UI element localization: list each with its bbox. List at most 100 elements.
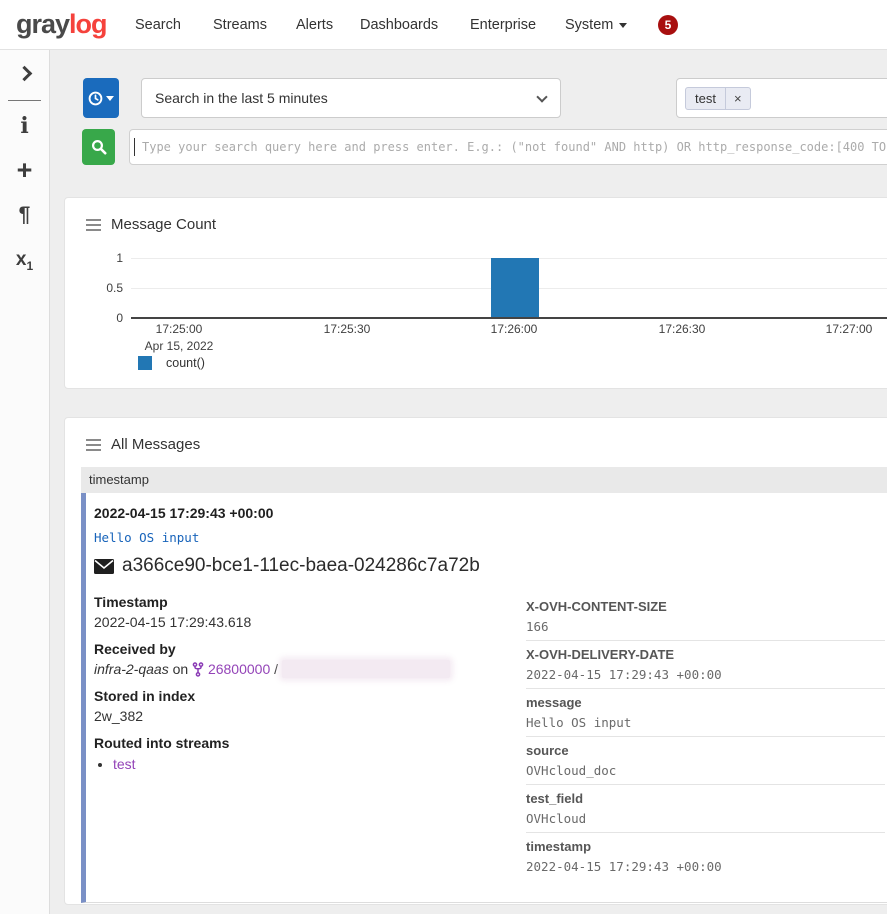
chevron-down-icon: [536, 91, 547, 102]
left-sidebar: i + ¶ x1: [0, 50, 50, 914]
field-name[interactable]: test_field: [526, 790, 885, 807]
nav-item-system-dropdown[interactable]: System: [565, 0, 627, 50]
widget-header: Message Count: [86, 216, 216, 233]
message-row-expanded[interactable]: 2022-04-15 17:29:43 +00:00 Hello OS inpu…: [81, 493, 887, 903]
field-entry: source OVHcloud_doc: [526, 736, 885, 784]
x-tick: 17:25:00: [124, 322, 234, 336]
nav-item-streams[interactable]: Streams: [213, 0, 267, 50]
legend-swatch: [138, 356, 152, 370]
nav-item-search[interactable]: Search: [135, 0, 181, 50]
pilcrow-icon: ¶: [19, 203, 31, 226]
stream-tag-label: test: [686, 88, 726, 109]
message-id: a366ce90-bce1-11ec-baea-024286c7a72b: [122, 555, 480, 577]
field-value: Hello OS input: [526, 714, 885, 731]
remove-tag-button[interactable]: ×: [726, 88, 750, 109]
field-entry: X-OVH-DELIVERY-DATE 2022-04-15 17:29:43 …: [526, 640, 885, 688]
field-name[interactable]: X-OVH-CONTENT-SIZE: [526, 598, 885, 615]
x-tick: 17:27:00: [794, 322, 887, 336]
x-axis: [131, 317, 887, 319]
stream-list-item: test: [113, 755, 526, 774]
system-label: System: [565, 17, 613, 33]
y-tick-0: 0: [93, 310, 123, 326]
timestamp-label: Timestamp: [94, 593, 526, 612]
main-content: Search in the last 5 minutes test × Mess…: [50, 50, 887, 914]
code-fork-icon: [192, 662, 204, 677]
received-by-value: infra-2-qaas on 26800000 /: [94, 660, 526, 679]
chart-legend: count(): [138, 356, 205, 370]
search-button[interactable]: [82, 129, 115, 165]
widget-drag-handle-icon[interactable]: [86, 439, 101, 441]
stream-filter-tag: test ×: [685, 87, 751, 110]
input-link[interactable]: 26800000: [208, 661, 270, 677]
chevron-right-icon: [17, 66, 33, 82]
x-axis-date: Apr 15, 2022: [119, 339, 239, 353]
field-value: 2022-04-15 17:29:43 +00:00: [526, 666, 885, 683]
info-icon: i: [20, 113, 28, 139]
sidebar-expand-button[interactable]: [0, 66, 49, 84]
stored-in-index-value: 2w_382: [94, 707, 526, 726]
field-entry: timestamp 2022-04-15 17:29:43 +00:00: [526, 832, 885, 880]
input-separator: /: [274, 661, 278, 677]
field-value: OVHcloud: [526, 810, 885, 827]
chevron-down-icon: [106, 96, 114, 101]
stream-link-test[interactable]: test: [113, 756, 136, 772]
chevron-down-icon: [619, 23, 627, 28]
stream-filter-input[interactable]: test ×: [676, 78, 887, 118]
sidebar-fields-button[interactable]: x1: [0, 249, 49, 273]
field-value: OVHcloud_doc: [526, 762, 885, 779]
stored-in-index-label: Stored in index: [94, 687, 526, 706]
logo-text-log: log: [69, 9, 107, 39]
fields-x1-icon: x1: [16, 249, 33, 270]
sidebar-create-button[interactable]: +: [0, 155, 49, 186]
widget-header: All Messages: [86, 436, 200, 453]
y-tick-05: 0.5: [93, 280, 123, 296]
nav-item-enterprise[interactable]: Enterprise: [470, 0, 536, 50]
column-header-timestamp[interactable]: timestamp: [81, 467, 887, 493]
notification-badge[interactable]: 5: [658, 15, 678, 35]
nav-item-alerts[interactable]: Alerts: [296, 0, 333, 50]
search-query-input[interactable]: [129, 129, 887, 165]
field-entry: X-OVH-CONTENT-SIZE 166: [526, 593, 885, 640]
message-fields-column: X-OVH-CONTENT-SIZE 166 X-OVH-DELIVERY-DA…: [526, 593, 887, 880]
sidebar-divider: [8, 100, 41, 101]
field-name[interactable]: timestamp: [526, 838, 885, 855]
message-timestamp: 2022-04-15 17:29:43 +00:00: [94, 505, 887, 521]
field-value: 2022-04-15 17:29:43 +00:00: [526, 858, 885, 875]
streams-list: test: [94, 755, 526, 774]
field-name[interactable]: X-OVH-DELIVERY-DATE: [526, 646, 885, 663]
search-icon: [91, 139, 107, 155]
widget-title: Message Count: [111, 216, 216, 233]
received-by-on: on: [173, 661, 189, 677]
timerange-select[interactable]: Search in the last 5 minutes: [141, 78, 561, 118]
timerange-label: Search in the last 5 minutes: [155, 90, 328, 106]
timestamp-value: 2022-04-15 17:29:43.618: [94, 613, 526, 632]
clock-icon: [88, 91, 103, 106]
redacted-input-name: [282, 660, 450, 678]
field-entry: test_field OVHcloud: [526, 784, 885, 832]
plus-icon: +: [17, 155, 33, 185]
received-by-label: Received by: [94, 640, 526, 659]
graylog-logo[interactable]: graylog: [16, 9, 107, 40]
node-name: infra-2-qaas: [94, 661, 169, 677]
envelope-icon: [94, 559, 114, 574]
x-tick: 17:26:00: [459, 322, 569, 336]
legend-label[interactable]: count(): [166, 356, 205, 370]
all-messages-widget: All Messages timestamp 2022-04-15 17:29:…: [64, 417, 887, 905]
sidebar-formatting-button[interactable]: ¶: [0, 203, 49, 227]
field-value: 166: [526, 618, 885, 635]
field-name[interactable]: source: [526, 742, 885, 759]
widget-title: All Messages: [111, 436, 200, 453]
text-cursor: [134, 138, 135, 156]
count-bar: [491, 258, 539, 318]
y-tick-1: 1: [93, 250, 123, 266]
nav-item-dashboards[interactable]: Dashboards: [360, 0, 438, 50]
field-name[interactable]: message: [526, 694, 885, 711]
message-count-widget: Message Count 1 0.5 0 17:25:00 17:25:30 …: [64, 197, 887, 389]
field-entry: message Hello OS input: [526, 688, 885, 736]
x-tick: 17:25:30: [292, 322, 402, 336]
routed-into-streams-label: Routed into streams: [94, 734, 526, 753]
message-summary: Hello OS input: [94, 530, 887, 545]
sidebar-description-button[interactable]: i: [0, 113, 49, 139]
widget-drag-handle-icon[interactable]: [86, 219, 101, 221]
timerange-picker-button[interactable]: [83, 78, 119, 118]
